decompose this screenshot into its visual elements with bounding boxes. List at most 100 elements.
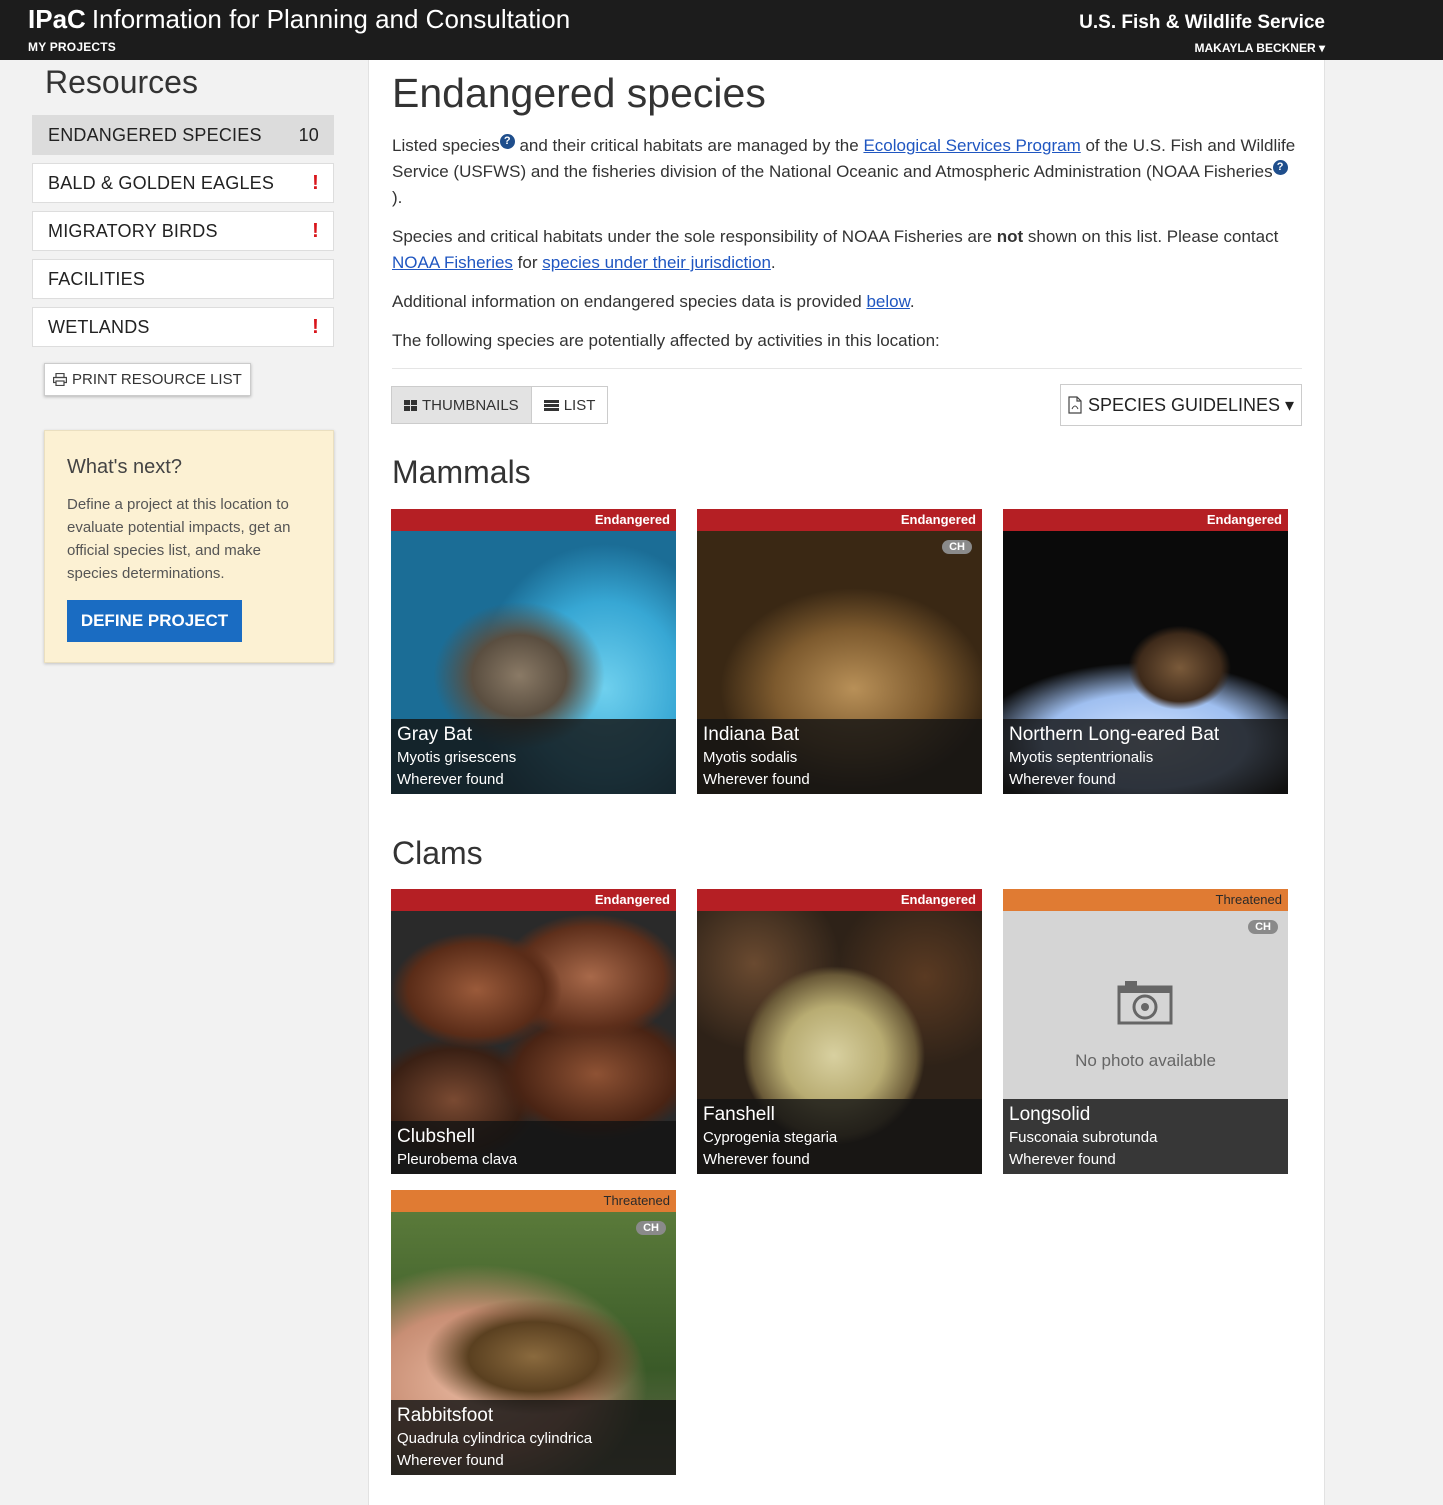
thumbnails-view-button[interactable]: THUMBNAILS (392, 387, 532, 423)
sidebar-item-endangered-species[interactable]: ENDANGERED SPECIES 10 (32, 115, 334, 155)
text-span: Listed species (392, 136, 500, 155)
critical-habitat-badge: CH (636, 1221, 666, 1235)
list-label: LIST (563, 396, 596, 414)
status-badge: Endangered (391, 889, 676, 911)
agency-name: U.S. Fish & Wildlife Service (1079, 12, 1325, 33)
printer-icon (53, 373, 67, 386)
text-span: and their critical habitats are managed … (514, 136, 864, 155)
species-scientific-name: Myotis septentrionalis (1009, 749, 1154, 766)
guidelines-label: SPECIES GUIDELINES ▾ (1087, 394, 1295, 415)
no-photo-text: No photo available (1075, 1051, 1216, 1070)
species-card-clubshell[interactable]: Endangered Clubshell Pleurobema clava (391, 889, 676, 1174)
brand-title: Information for Planning and Consultatio… (91, 4, 571, 34)
species-scientific-name: Myotis grisescens (397, 749, 517, 766)
species-caption: Longsolid Fusconaia subrotunda Wherever … (1003, 1099, 1288, 1174)
species-scientific-name: Fusconaia subrotunda (1009, 1129, 1158, 1146)
text-span: . (909, 292, 915, 311)
view-toggle: THUMBNAILS LIST (391, 386, 609, 424)
species-intro-paragraph: The following species are potentially af… (392, 331, 940, 350)
sidebar-item-bald-golden-eagles[interactable]: BALD & GOLDEN EAGLES ! (32, 163, 334, 203)
species-card-rabbitsfoot[interactable]: Threatened CH Rabbitsfoot Quadrula cylin… (391, 1190, 676, 1475)
species-range: Wherever found (1009, 771, 1116, 788)
species-card-longsolid[interactable]: Threatened No photo available CH Longsol… (1003, 889, 1288, 1174)
text-span: shown on this list. Please contact (1023, 227, 1279, 246)
brand-short: IPaC (28, 4, 86, 34)
text-span: for (512, 253, 543, 272)
help-icon[interactable]: ? (499, 134, 515, 150)
species-caption: Clubshell Pleurobema clava (391, 1121, 676, 1174)
sidebar-nav: ENDANGERED SPECIES 10 BALD & GOLDEN EAGL… (32, 115, 334, 355)
page-title: Endangered species (392, 70, 766, 116)
species-common-name: Northern Long-eared Bat (1009, 724, 1220, 745)
species-card-gray-bat[interactable]: Endangered Gray Bat Myotis grisescens Wh… (391, 509, 676, 794)
alert-icon: ! (312, 219, 319, 242)
species-scientific-name: Pleurobema clava (397, 1151, 518, 1168)
species-card-fanshell[interactable]: Endangered Fanshell Cyprogenia stegaria … (697, 889, 982, 1174)
text-span: ). (392, 188, 403, 207)
whats-next-panel: What's next? Define a project at this lo… (44, 430, 334, 663)
list-icon (543, 399, 559, 411)
critical-habitat-badge: CH (942, 540, 972, 554)
print-label: PRINT RESOURCE LIST (72, 371, 242, 388)
species-guidelines-dropdown[interactable]: SPECIES GUIDELINES ▾ (1060, 384, 1302, 426)
species-common-name: Gray Bat (397, 724, 472, 745)
species-range: Wherever found (703, 1151, 810, 1168)
alert-icon: ! (312, 315, 319, 338)
define-project-button[interactable]: DEFINE PROJECT (67, 600, 242, 642)
text-span: . (770, 253, 776, 272)
species-scientific-name: Myotis sodalis (703, 749, 798, 766)
additional-info-paragraph: Additional information on endangered spe… (392, 289, 1297, 315)
my-projects-link[interactable]: MY PROJECTS (28, 40, 116, 54)
sidebar-item-label: MIGRATORY BIRDS (48, 220, 218, 241)
bold-text: not (996, 227, 1024, 246)
status-badge: Endangered (1003, 509, 1288, 531)
sidebar-item-migratory-birds[interactable]: MIGRATORY BIRDS ! (32, 211, 334, 251)
sidebar-title: Resources (45, 64, 198, 100)
species-caption: Indiana Bat Myotis sodalis Wherever foun… (697, 719, 982, 794)
top-bar: IPaC Information for Planning and Consult… (0, 0, 1443, 60)
species-jurisdiction-link[interactable]: species under their jurisdiction (542, 253, 771, 272)
text-span: Species and critical habitats under the … (392, 227, 997, 246)
noaa-paragraph: Species and critical habitats under the … (392, 224, 1297, 276)
species-common-name: Fanshell (703, 1104, 775, 1125)
user-menu[interactable]: MAKAYLA BECKNER ▾ (1195, 41, 1325, 55)
species-caption: Northern Long-eared Bat Myotis septentri… (1003, 719, 1288, 794)
alert-icon: ! (312, 171, 319, 194)
noaa-fisheries-link[interactable]: NOAA Fisheries (392, 253, 513, 272)
list-view-button[interactable]: LIST (532, 387, 608, 423)
intro-paragraph: Listed species? and their critical habit… (392, 133, 1297, 211)
print-resource-list-button[interactable]: PRINT RESOURCE LIST (44, 363, 251, 396)
pdf-file-icon (1068, 396, 1082, 414)
species-scientific-name: Cyprogenia stegaria (703, 1129, 838, 1146)
help-icon[interactable]: ? (1272, 160, 1288, 176)
species-caption: Rabbitsfoot Quadrula cylindrica cylindri… (391, 1400, 676, 1475)
section-title-clams: Clams (392, 835, 483, 871)
sidebar-item-label: FACILITIES (48, 268, 146, 289)
species-range: Wherever found (703, 771, 810, 788)
status-badge: Threatened (391, 1190, 676, 1212)
sidebar-item-label: BALD & GOLDEN EAGLES (48, 172, 275, 193)
status-badge: Endangered (697, 889, 982, 911)
whats-next-text: Define a project at this location to eva… (67, 496, 291, 582)
species-common-name: Rabbitsfoot (397, 1405, 494, 1426)
sidebar-item-facilities[interactable]: FACILITIES (32, 259, 334, 299)
sidebar-item-label: ENDANGERED SPECIES (48, 124, 262, 145)
species-caption: Fanshell Cyprogenia stegaria Wherever fo… (697, 1099, 982, 1174)
species-common-name: Longsolid (1009, 1104, 1091, 1125)
sidebar-item-wetlands[interactable]: WETLANDS ! (32, 307, 334, 347)
status-badge: Threatened (1003, 889, 1288, 911)
species-range: Wherever found (1009, 1151, 1116, 1168)
species-card-indiana-bat[interactable]: Endangered CH Indiana Bat Myotis sodalis… (697, 509, 982, 794)
count-badge: 10 (298, 124, 319, 145)
ecological-services-link[interactable]: Ecological Services Program (863, 136, 1080, 155)
thumbnails-label: THUMBNAILS (422, 396, 519, 414)
species-scientific-name: Quadrula cylindrica cylindrica (397, 1430, 593, 1447)
camera-icon (1117, 981, 1173, 1025)
whats-next-title: What's next? (67, 456, 182, 478)
species-range: Wherever found (397, 771, 504, 788)
below-link[interactable]: below (866, 292, 909, 311)
app-brand[interactable]: IPaC Information for Planning and Consult… (28, 4, 570, 35)
species-card-northern-long-eared-bat[interactable]: Endangered Northern Long-eared Bat Myoti… (1003, 509, 1288, 794)
status-badge: Endangered (697, 509, 982, 531)
species-caption: Gray Bat Myotis grisescens Wherever foun… (391, 719, 676, 794)
